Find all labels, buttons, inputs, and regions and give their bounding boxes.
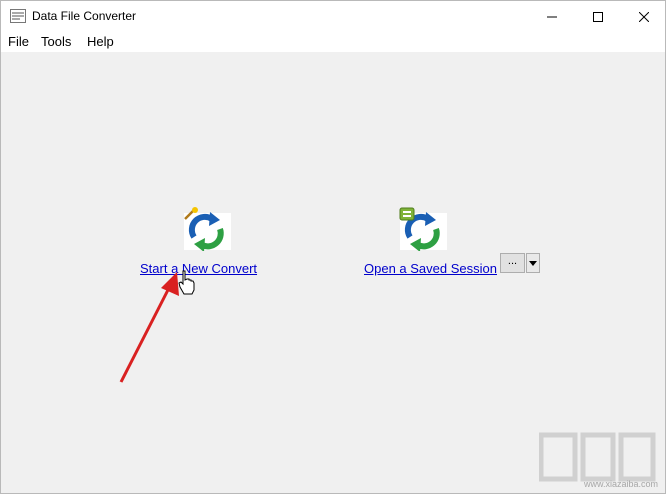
- title-bar: Data File Converter: [1, 1, 665, 32]
- app-icon: [10, 9, 26, 23]
- maximize-button[interactable]: [575, 1, 621, 32]
- menu-help[interactable]: Help: [87, 34, 114, 49]
- chevron-down-icon: [529, 261, 537, 266]
- window-title: Data File Converter: [32, 9, 137, 23]
- maximize-icon: [593, 11, 603, 22]
- browse-session-button[interactable]: ...: [500, 253, 525, 273]
- minimize-icon: [547, 16, 557, 17]
- annotation-arrow-icon: [119, 272, 179, 383]
- open-saved-session-link[interactable]: Open a Saved Session: [364, 261, 497, 276]
- new-convert-icon[interactable]: [182, 207, 232, 251]
- minimize-button[interactable]: [529, 1, 575, 32]
- menu-bar: File Tools Help: [1, 32, 665, 52]
- close-button[interactable]: [621, 1, 666, 32]
- close-icon: [639, 11, 649, 22]
- main-panel: Start a New Convert Open a Saved Session…: [1, 52, 665, 493]
- menu-tools[interactable]: Tools: [41, 34, 71, 49]
- saved-session-icon[interactable]: [398, 207, 448, 251]
- watermark-text: www.xiazaiba.com: [584, 479, 659, 489]
- app-window: Data File Converter File Tools Help Star…: [0, 0, 666, 494]
- menu-file[interactable]: File: [8, 34, 29, 49]
- watermark-logo-icon: [539, 432, 656, 482]
- session-dropdown-button[interactable]: [526, 253, 540, 273]
